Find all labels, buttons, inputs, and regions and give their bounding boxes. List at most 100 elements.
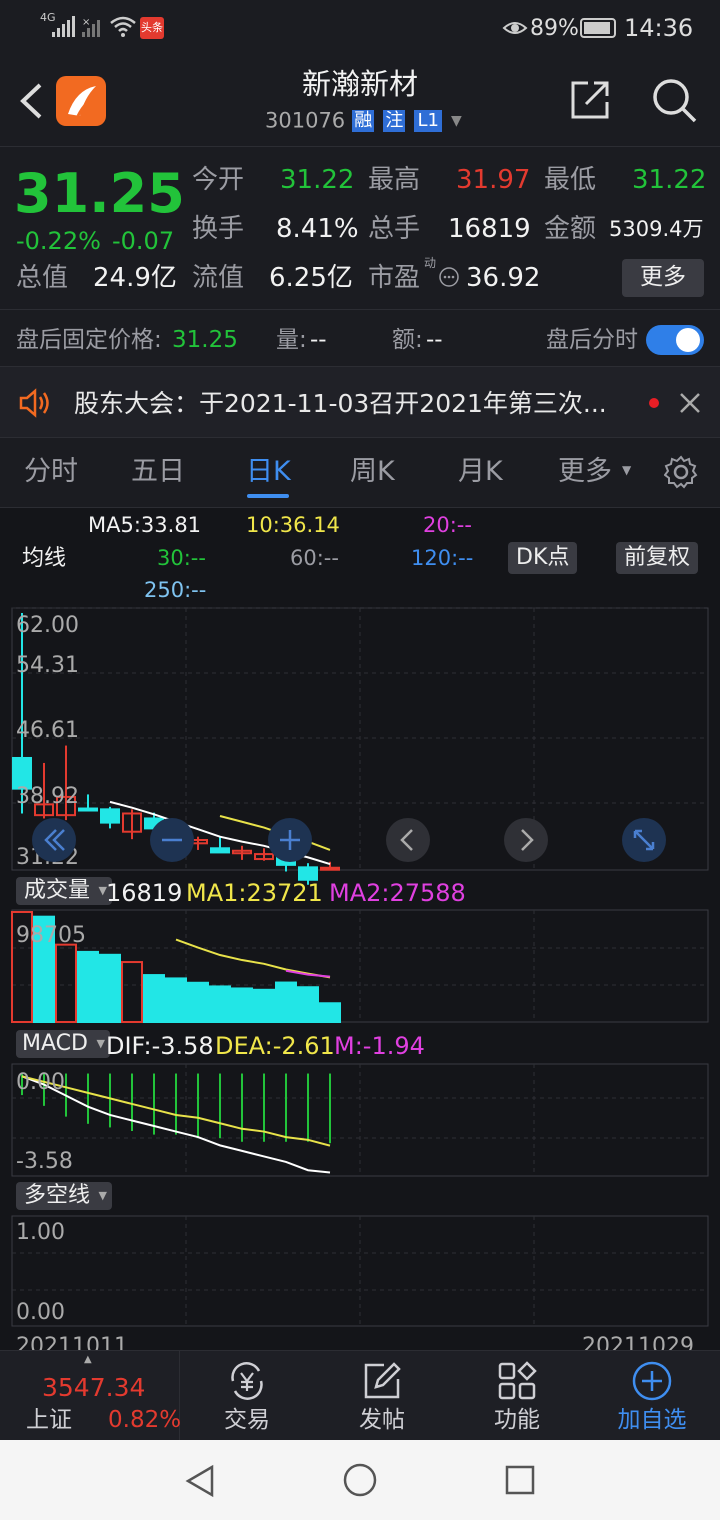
- volume-bar: [319, 1002, 341, 1024]
- minus-icon: [162, 838, 182, 842]
- candle-body: [320, 866, 340, 871]
- volume-bar: [275, 981, 297, 1023]
- pe-label: 市盈: [368, 263, 421, 293]
- volume-value: 16819: [106, 879, 183, 907]
- double-chevron-left-icon: [44, 829, 65, 851]
- nav-functions[interactable]: 功能: [462, 1359, 572, 1432]
- period-tabs: 分时 五日 日K 周K 月K 更多 ▼: [0, 438, 720, 508]
- volume-bar: [77, 950, 99, 1023]
- nav-post-label: 发帖: [359, 1407, 405, 1433]
- price-axis-label: 54.31: [16, 653, 79, 678]
- divider: [0, 309, 720, 310]
- low-value: 31.22: [632, 165, 707, 195]
- high-label: 最高: [368, 165, 421, 195]
- after-hours-amount: --: [426, 327, 443, 353]
- volume-bar: [99, 953, 121, 1023]
- stock-code: 301076: [265, 108, 346, 133]
- tab-five-day[interactable]: 五日: [131, 458, 185, 485]
- multi-line-indicator-selector[interactable]: 多空线 ▼: [16, 1182, 113, 1210]
- expand-icon: [633, 829, 655, 851]
- change-percent: -0.22%: [16, 227, 101, 255]
- kline-chart[interactable]: [0, 508, 720, 1350]
- after-hours-price: 31.25: [172, 327, 238, 353]
- stock-header: 新瀚新材 301076 融 注 L1 ▼: [0, 56, 720, 146]
- tab-timeshare[interactable]: 分时: [24, 458, 78, 485]
- more-button[interactable]: 更多: [622, 259, 704, 297]
- info-dots-icon[interactable]: [438, 266, 460, 288]
- volume-bar: [187, 981, 209, 1024]
- share-icon[interactable]: [568, 78, 612, 122]
- caret-down-icon: ▼: [96, 1037, 105, 1050]
- level1-badge: L1: [414, 110, 442, 132]
- clock: 14:36: [624, 14, 694, 42]
- tab-weekly-k[interactable]: 周K: [350, 458, 395, 485]
- volume-ma2-line: [285, 969, 331, 978]
- index-ticker[interactable]: ▲ 3547.34 上证 0.82%: [0, 1351, 182, 1441]
- nav-post[interactable]: 发帖: [327, 1359, 437, 1432]
- open-value: 31.22: [280, 165, 355, 195]
- fullscreen-button[interactable]: [622, 818, 666, 862]
- change-amount: -0.07: [112, 227, 175, 255]
- multi-line-selector-label: 多空线: [24, 1183, 91, 1208]
- nav-functions-label: 功能: [494, 1407, 540, 1433]
- index-value: 3547.34: [42, 1373, 146, 1402]
- battery-icon: [580, 18, 616, 38]
- macd-dif: DIF:-3.58: [106, 1032, 214, 1060]
- open-label: 今开: [192, 165, 245, 195]
- bottom-navigation: ▲ 3547.34 上证 0.82% 交易 发帖 功能 加自选: [0, 1350, 720, 1441]
- unread-dot: [649, 398, 659, 408]
- nav-trade[interactable]: 交易: [192, 1359, 302, 1432]
- search-icon[interactable]: [650, 76, 698, 124]
- multi-line-axis-label: 1.00: [16, 1220, 65, 1245]
- chevron-down-icon[interactable]: ▼: [451, 113, 462, 129]
- grid-icon: [498, 1361, 537, 1400]
- volume-axis-label: 98705: [16, 923, 86, 948]
- macd-indicator-selector[interactable]: MACD ▼: [16, 1030, 110, 1058]
- multi-line-axis-label: 0.00: [16, 1300, 65, 1325]
- gear-icon[interactable]: [664, 455, 698, 489]
- kline-chart-area: MA5:33.81 10:36.14 20:-- 均线 30:-- 60:-- …: [0, 508, 720, 1358]
- total-volume-value: 16819: [448, 214, 531, 244]
- volume-bar: [297, 986, 319, 1024]
- float-cap-value: 6.25亿: [269, 263, 353, 293]
- zoom-in-button[interactable]: [268, 818, 312, 862]
- notice-bar[interactable]: 股东大会：于2021-11-03召开2021年第三次...: [0, 366, 720, 438]
- active-tab-indicator: [247, 494, 289, 498]
- tab-more[interactable]: 更多: [558, 458, 612, 485]
- volume-bar: [231, 987, 253, 1023]
- volume-bar: [55, 943, 77, 1023]
- scroll-left-button[interactable]: [386, 818, 430, 862]
- battery-percent: 89%: [530, 16, 579, 41]
- pe-value: 36.92: [466, 263, 541, 293]
- app-notification-badge: 头条: [140, 17, 164, 39]
- amount-label: 金额: [544, 214, 597, 244]
- total-volume-label: 总手: [368, 214, 421, 244]
- scroll-right-button[interactable]: [504, 818, 548, 862]
- stock-code-row: 301076 融 注 L1 ▼: [265, 110, 462, 136]
- edit-icon: [364, 1362, 401, 1399]
- scroll-left-fast-button[interactable]: [32, 818, 76, 862]
- pe-dynamic-tag: 动: [424, 256, 437, 270]
- home-circle-icon[interactable]: [342, 1462, 378, 1498]
- after-hours-toggle[interactable]: [646, 325, 704, 355]
- nav-add-watchlist[interactable]: 加自选: [597, 1359, 707, 1432]
- volume-ma1-line: [175, 938, 331, 979]
- notice-text[interactable]: 股东大会：于2021-11-03召开2021年第三次...: [74, 391, 607, 416]
- index-change: 0.82%: [108, 1407, 182, 1433]
- svg-text:×: ×: [82, 17, 90, 28]
- after-hours-amount-label: 额:: [392, 327, 423, 353]
- turnover-value: 8.41%: [276, 214, 359, 244]
- candle-body: [210, 847, 230, 854]
- price-axis-label: 38.92: [16, 784, 79, 809]
- volume-bar: [165, 977, 187, 1024]
- back-triangle-icon[interactable]: [184, 1464, 216, 1498]
- volume-indicator-selector[interactable]: 成交量 ▼: [16, 877, 113, 905]
- macd-selector-label: MACD: [22, 1031, 88, 1056]
- zoom-out-button[interactable]: [150, 818, 194, 862]
- tab-daily-k[interactable]: 日K: [246, 458, 291, 485]
- recents-square-icon[interactable]: [504, 1464, 536, 1496]
- volume-bar: [121, 961, 143, 1024]
- stock-name: 新瀚新材: [301, 67, 418, 101]
- tab-monthly-k[interactable]: 月K: [458, 458, 503, 485]
- close-icon[interactable]: [678, 391, 702, 415]
